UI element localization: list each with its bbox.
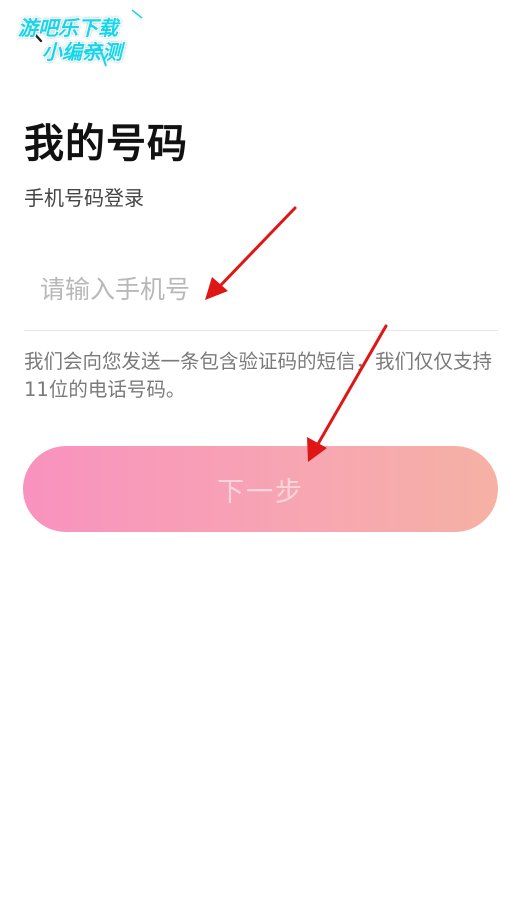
page-subtitle: 手机号码登录: [24, 186, 144, 210]
watermark-line2: 小编亲测: [42, 40, 122, 64]
page-title: 我的号码: [24, 121, 188, 167]
back-button[interactable]: [24, 16, 50, 46]
phone-input[interactable]: [38, 264, 482, 314]
phone-field: [24, 250, 498, 331]
sms-hint-text: 我们会向您发送一条包含验证码的短信，我们仅仅支持11位的电话号码。: [24, 350, 493, 401]
chevron-left-icon: [30, 19, 43, 43]
next-step-button[interactable]: 下一步: [23, 446, 498, 532]
